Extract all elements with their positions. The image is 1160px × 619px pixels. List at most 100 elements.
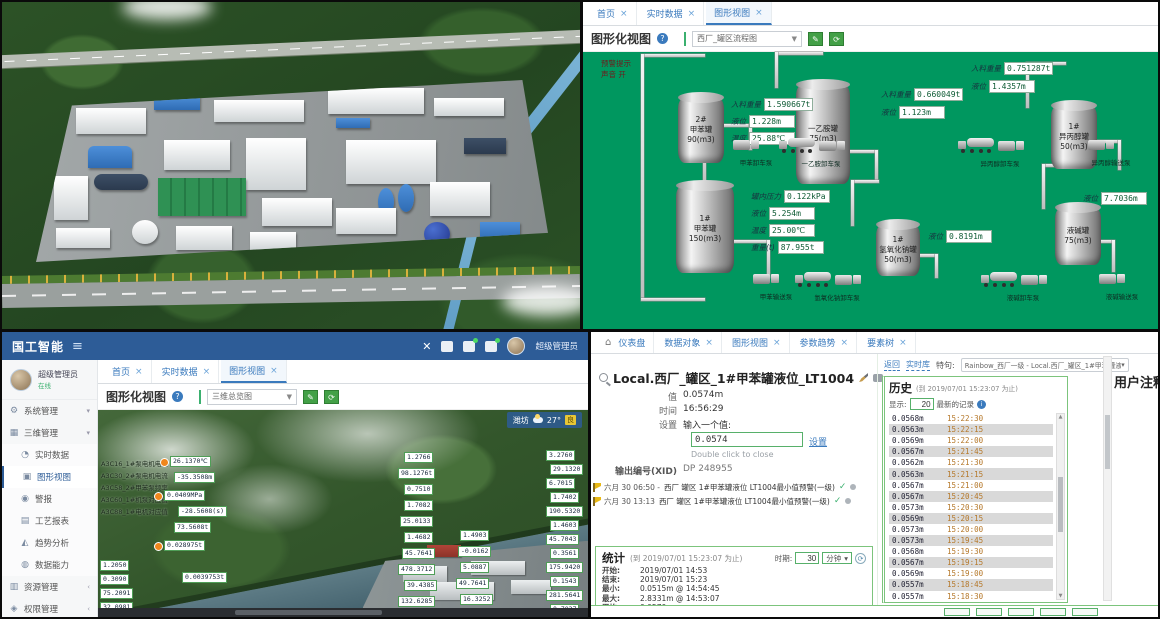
sensor-value-chip[interactable]: 3.2760 (546, 450, 575, 461)
sensor-value-chip[interactable]: 1.7402 (550, 492, 579, 503)
tab[interactable]: 首页 × (589, 2, 637, 25)
ack-check-icon[interactable]: ✓ (834, 496, 842, 506)
sidebar-item[interactable]: ▥ 资源管理 ‹ (2, 576, 97, 598)
footer-button[interactable] (1008, 608, 1034, 616)
sensor-value-chip[interactable]: 190.5320 (546, 506, 583, 517)
sensor-value-chip[interactable]: 73.5608t (174, 522, 211, 533)
sensor-value-chip[interactable]: 45.7043 (546, 534, 579, 545)
sensor-value-chip[interactable]: 1.4682 (404, 532, 433, 543)
tab[interactable]: 图形视图 × (221, 360, 287, 383)
sensor-value-chip[interactable]: 5.0887 (460, 562, 489, 573)
tab[interactable]: 首页 × (104, 360, 152, 383)
realtime-lib-link[interactable]: 实时库 (906, 359, 930, 371)
close-icon[interactable]: × (755, 8, 763, 18)
horizontal-scrollbar[interactable] (98, 608, 588, 617)
refresh-icon[interactable]: ⟳ (855, 553, 866, 564)
sensor-value-chip[interactable]: -0.0162 (458, 546, 491, 557)
edit-button[interactable]: ✎ (808, 32, 823, 46)
sidebar-item[interactable]: ▦ 三维管理 ▾ (2, 422, 97, 444)
history-row[interactable]: 0.0569m 15:20:15 (889, 513, 1053, 524)
footer-button[interactable] (1040, 608, 1066, 616)
sensor-value-chip[interactable]: -28.5608(s) (178, 506, 227, 517)
scrollbar-thumb[interactable] (235, 610, 382, 615)
menu-toggle-icon[interactable]: ≡ (72, 339, 83, 354)
tab[interactable]: 图形视图 × (724, 332, 790, 353)
sidebar-item[interactable]: ◉ 警报 (2, 488, 97, 510)
history-row[interactable]: 0.0573m 15:19:45 (889, 535, 1053, 546)
sensor-value-chip[interactable]: 0.028975t (164, 540, 205, 551)
sensor-value-chip[interactable]: 478.3712 (398, 564, 435, 575)
mail-icon[interactable] (485, 341, 497, 352)
history-row[interactable]: 0.0569m 15:22:00 (889, 435, 1053, 446)
history-row[interactable]: 0.0568m 15:19:30 (889, 546, 1053, 557)
close-icon[interactable]: × (773, 338, 781, 348)
scrollbar-thumb[interactable] (1058, 477, 1063, 533)
close-icon[interactable]: × (899, 338, 907, 348)
page-scrollbar[interactable] (1103, 356, 1112, 601)
close-icon[interactable]: × (705, 338, 713, 348)
sensor-value-chip[interactable]: 16.3252 (460, 594, 493, 605)
info-icon[interactable]: ? (172, 391, 183, 402)
sensor-value-chip[interactable]: 75.2091 (100, 588, 133, 599)
back-link[interactable]: 返回 (884, 359, 900, 371)
close-icon[interactable]: × (620, 9, 628, 19)
view-select[interactable]: 三维总览图 ▼ (207, 389, 297, 405)
history-row[interactable]: 0.0568m 15:22:30 (889, 413, 1053, 424)
alarm-row[interactable]: 六月 30 13:13 西厂 罐区 1#甲苯罐液位 LT1004最小值预警(一级… (593, 494, 875, 508)
sensor-value-chip[interactable]: 1.2766 (404, 452, 433, 463)
sensor-value-chip[interactable]: 0.7510 (404, 484, 433, 495)
footer-button[interactable] (976, 608, 1002, 616)
sensor-value-chip[interactable]: 0.0039753t (182, 572, 227, 583)
sensor-value-chip[interactable]: 6.7015 (546, 478, 575, 489)
sensor-value-chip[interactable]: 1.4603 (550, 520, 579, 531)
sensor-value-chip[interactable]: 281.5641 (546, 590, 583, 601)
sensor-value-chip[interactable]: 1.7082 (404, 500, 433, 511)
sidebar-item[interactable]: ▤ 工艺报表 (2, 510, 97, 532)
home-icon[interactable] (441, 341, 453, 352)
sensor-value-chip[interactable]: 25.0133 (400, 516, 433, 527)
scrollbar-thumb[interactable] (1105, 415, 1110, 468)
info-icon[interactable]: ? (657, 33, 668, 44)
period-unit-select[interactable]: 分钟 ▾ (822, 552, 852, 564)
edit-icon[interactable] (859, 373, 868, 382)
weather-widget[interactable]: 潍坊 27° 良 (507, 412, 582, 428)
history-row[interactable]: 0.0557m 15:18:45 (889, 579, 1053, 590)
sensor-value-chip[interactable]: 175.9420 (546, 562, 583, 573)
edit-button[interactable]: ✎ (303, 390, 318, 404)
refresh-button[interactable]: ⟳ (324, 390, 339, 404)
history-row[interactable]: 0.0567m 15:21:45 (889, 446, 1053, 457)
sensor-value-chip[interactable]: 132.6285 (398, 596, 435, 607)
sensor-value-chip[interactable]: -35.3508m (174, 472, 215, 483)
history-row[interactable]: 0.0573m 15:20:30 (889, 502, 1053, 513)
sidebar-item[interactable]: ▣ 图形视图 (2, 466, 97, 488)
show-count-input[interactable] (910, 398, 934, 410)
history-row[interactable]: 0.0557m 15:18:30 (889, 591, 1053, 601)
sensor-value-chip[interactable]: 1.4903 (460, 530, 489, 541)
history-row[interactable]: 0.0573m 15:20:00 (889, 524, 1053, 535)
history-row[interactable]: 0.0569m 15:19:00 (889, 568, 1053, 579)
sidebar-item[interactable]: ⚙ 系统管理 ▾ (2, 400, 97, 422)
history-row[interactable]: 0.0563m 15:21:15 (889, 468, 1053, 479)
sensor-value-chip[interactable]: 98.1276t (398, 468, 435, 479)
value-input[interactable] (691, 432, 803, 447)
sidebar-item[interactable]: ◍ 数据能力 (2, 554, 97, 576)
tab[interactable]: 实时数据 × (639, 2, 705, 25)
tab[interactable]: 仪表盘 × (597, 332, 654, 353)
history-row[interactable]: 0.0567m 15:20:45 (889, 491, 1053, 502)
refresh-button[interactable]: ⟳ (829, 32, 844, 46)
period-input[interactable] (795, 552, 819, 564)
tab[interactable]: 要素树 × (859, 332, 916, 353)
close-icon[interactable]: × (203, 367, 211, 377)
sensor-value-chip[interactable]: 0.1543 (550, 576, 579, 587)
alarm-row[interactable]: 六月 30 06:50 - 西厂 罐区 1#甲苯罐液位 LT1004最小值预警(… (593, 480, 875, 494)
sensor-value-chip[interactable]: 0.0409MPa (164, 490, 205, 501)
history-row[interactable]: 0.0567m 15:21:00 (889, 480, 1053, 491)
footer-button[interactable] (1072, 608, 1098, 616)
info-icon[interactable]: i (977, 400, 986, 409)
close-icon[interactable]: × (841, 338, 849, 348)
mute-icon[interactable] (850, 484, 856, 490)
sensor-value-chip[interactable]: 0.3561 (550, 548, 579, 559)
history-row[interactable]: 0.0563m 15:22:15 (889, 424, 1053, 435)
tab[interactable]: 数据对象 × (656, 332, 722, 353)
avatar[interactable] (507, 337, 525, 355)
